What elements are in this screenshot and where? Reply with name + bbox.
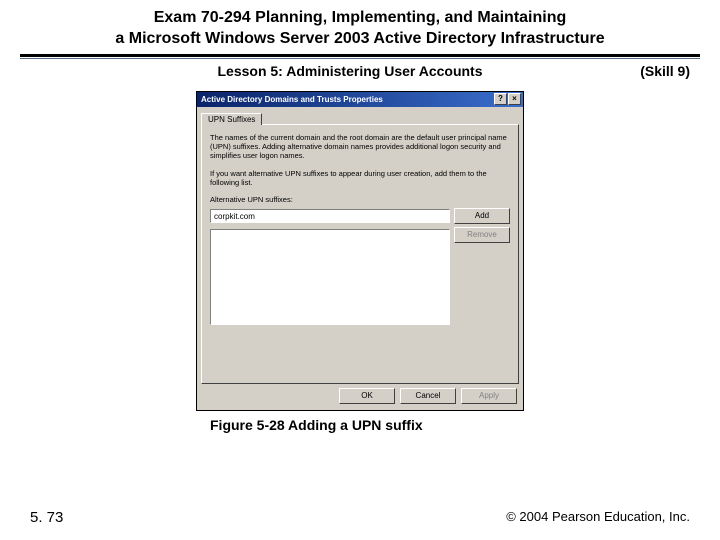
- suffix-listbox[interactable]: [210, 229, 450, 325]
- add-button[interactable]: Add: [454, 208, 510, 224]
- close-button[interactable]: ×: [508, 93, 521, 105]
- cancel-button[interactable]: Cancel: [400, 388, 456, 404]
- tab-strip: UPN Suffixes: [197, 107, 523, 124]
- description-1: The names of the current domain and the …: [210, 133, 510, 161]
- dialog-button-row: OK Cancel Apply: [197, 388, 523, 410]
- figure-caption: Figure 5-28 Adding a UPN suffix: [0, 417, 720, 433]
- slide-header: Exam 70-294 Planning, Implementing, and …: [0, 0, 720, 54]
- list-row: Remove: [210, 227, 510, 325]
- lesson-row: Lesson 5: Administering User Accounts (S…: [0, 59, 720, 85]
- slide-footer: 5. 73 © 2004 Pearson Education, Inc.: [0, 509, 720, 526]
- header-line2: a Microsoft Windows Server 2003 Active D…: [20, 29, 700, 50]
- dialog-titlebar[interactable]: Active Directory Domains and Trusts Prop…: [197, 92, 523, 107]
- copyright: © 2004 Pearson Education, Inc.: [506, 509, 690, 526]
- ok-button[interactable]: OK: [339, 388, 395, 404]
- properties-dialog: Active Directory Domains and Trusts Prop…: [196, 91, 524, 411]
- suffix-input[interactable]: corpkit.com: [210, 209, 450, 223]
- divider-thick: [20, 54, 700, 57]
- suffix-label: Alternative UPN suffixes:: [210, 195, 510, 204]
- skill-label: (Skill 9): [610, 63, 690, 79]
- tab-panel: The names of the current domain and the …: [201, 124, 519, 384]
- input-row: corpkit.com Add: [210, 208, 510, 224]
- dialog-title: Active Directory Domains and Trusts Prop…: [201, 95, 383, 104]
- lesson-title: Lesson 5: Administering User Accounts: [30, 63, 610, 79]
- tab-upn-suffixes[interactable]: UPN Suffixes: [201, 113, 262, 125]
- page-number: 5. 73: [30, 509, 63, 526]
- figure-area: Active Directory Domains and Trusts Prop…: [0, 91, 720, 433]
- help-button[interactable]: ?: [494, 93, 507, 105]
- description-2: If you want alternative UPN suffixes to …: [210, 169, 510, 188]
- apply-button: Apply: [461, 388, 517, 404]
- header-line1: Exam 70-294 Planning, Implementing, and …: [20, 8, 700, 29]
- remove-button: Remove: [454, 227, 510, 243]
